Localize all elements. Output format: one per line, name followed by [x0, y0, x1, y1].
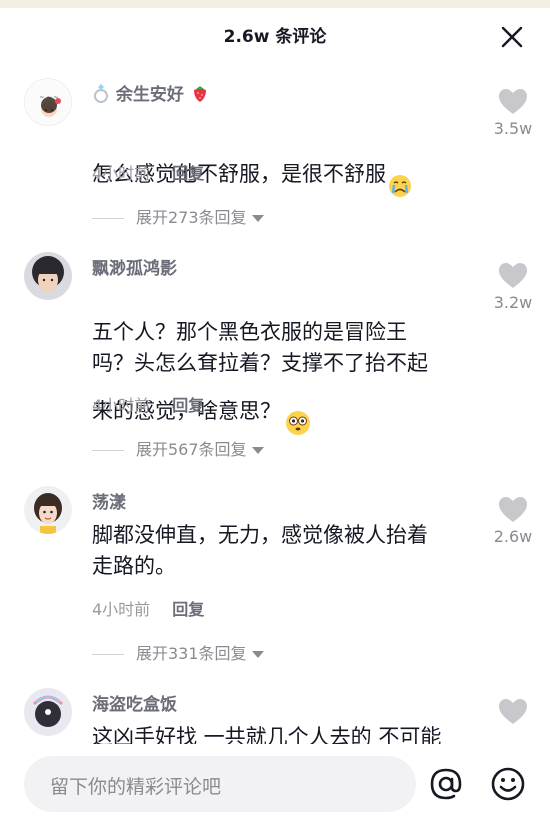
close-icon: [501, 26, 523, 48]
caret-down-icon: [251, 447, 264, 454]
caret-down-icon: [251, 215, 264, 222]
comment-username[interactable]: 荡漾: [92, 488, 126, 513]
caret-down-icon: [251, 651, 264, 658]
comment-username[interactable]: 飘渺孤鸿影: [92, 254, 177, 279]
expand-replies-button[interactable]: 展开567条回复: [92, 436, 264, 460]
at-icon: [430, 768, 462, 800]
comment-time: 4小时前: [92, 600, 151, 619]
smiley-icon: [491, 767, 525, 801]
avatar[interactable]: [24, 252, 72, 300]
comment-time: 4小时前: [92, 164, 151, 183]
reply-button[interactable]: 回复: [172, 164, 204, 183]
emoji-button[interactable]: [490, 766, 526, 802]
comment-meta: 4小时前 回复: [92, 392, 204, 416]
heart-icon: [499, 263, 527, 288]
heart-icon: [499, 497, 527, 522]
reply-button[interactable]: 回复: [172, 396, 204, 415]
like-button[interactable]: 3.2w: [490, 262, 536, 312]
like-button[interactable]: 2.6w: [490, 496, 536, 546]
expand-replies-button[interactable]: 展开331条回复: [92, 640, 264, 664]
divider-line: [92, 450, 124, 451]
divider-line: [92, 218, 124, 219]
comment-meta: 4小时前 回复: [92, 160, 204, 184]
comment-meta: 4小时前 回复: [92, 596, 204, 620]
comment-text: 脚都没伸直，无力，感觉像被人抬着 走路的。: [92, 523, 428, 578]
heart-icon: [499, 699, 527, 724]
comment-input-placeholder: 留下你的精彩评论吧: [50, 776, 222, 798]
heart-icon: [499, 89, 527, 114]
comment-username[interactable]: 海盗吃盒饭: [92, 690, 177, 715]
comment-text: 这凶手好找 一共就几个人去的 不可能: [92, 725, 442, 744]
comment-input-bar: 留下你的精彩评论吧: [0, 744, 550, 824]
comment-username[interactable]: 余生安好: [92, 80, 210, 108]
comments-header: 2.6w 条评论: [0, 8, 550, 58]
comment-count-title: 2.6w 条评论: [223, 27, 327, 47]
expand-replies-button[interactable]: 展开273条回复: [92, 204, 264, 228]
like-count: 3.5w: [493, 119, 533, 138]
like-count: 3.2w: [493, 293, 533, 312]
comment-time: 4小时前: [92, 396, 151, 415]
avatar[interactable]: [24, 688, 72, 736]
mention-button[interactable]: [428, 766, 464, 802]
avatar[interactable]: [24, 486, 72, 534]
comment-text: 五个人？那个黑色衣服的是冒险王 吗？头怎么耷拉着？支撑不了抬不起 来的感觉，啥意…: [92, 286, 472, 445]
divider-line: [92, 654, 124, 655]
reply-button[interactable]: 回复: [172, 600, 204, 619]
strawberry-emoji-icon: [190, 83, 210, 108]
flushed-face-emoji-icon: [285, 379, 311, 445]
top-strip: [0, 0, 550, 8]
like-button[interactable]: [490, 698, 536, 725]
ring-emoji-icon: [92, 83, 110, 108]
crying-face-emoji-icon: [388, 143, 412, 207]
close-button[interactable]: [500, 25, 524, 49]
comment-item: 海盗吃盒饭 这凶手好找 一共就几个人去的 不可能: [0, 680, 550, 744]
comment-input[interactable]: 留下你的精彩评论吧: [24, 756, 416, 812]
like-button[interactable]: 3.5w: [490, 88, 536, 138]
like-count: 2.6w: [493, 527, 533, 546]
avatar[interactable]: ~ ~ ~: [24, 78, 72, 126]
